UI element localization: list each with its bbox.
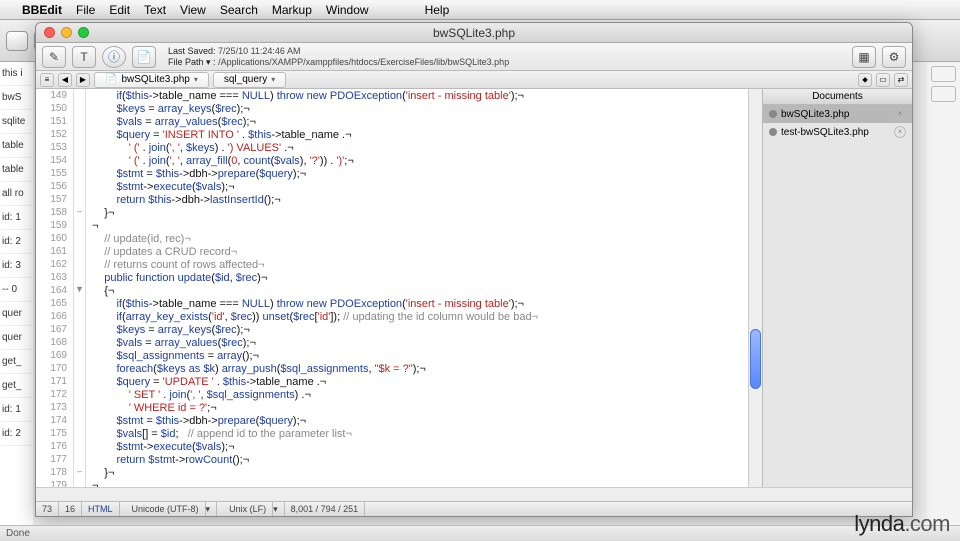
status-language[interactable]: HTML xyxy=(82,502,120,516)
marker-icon[interactable]: ⬥ xyxy=(858,73,872,87)
close-doc-icon[interactable]: × xyxy=(894,108,906,120)
window-title: bwSQLite3.php xyxy=(36,26,912,40)
documents-drawer: Documents bwSQLite3.php×test-bwSQLite3.p… xyxy=(762,89,912,487)
status-line: 16 xyxy=(59,502,82,516)
toolbar: ✎ T ⓘ 📄 Last Saved: 7/25/10 11:24:46 AM … xyxy=(36,43,912,71)
menu-markup[interactable]: Markup xyxy=(272,3,312,17)
editor-window: bwSQLite3.php ✎ T ⓘ 📄 Last Saved: 7/25/1… xyxy=(35,22,913,517)
status-lineending[interactable]: Unix (LF) ▾ xyxy=(217,502,285,516)
doc-icon xyxy=(769,110,777,118)
navigation-bar: ≡ ◀ ▶ 📄 bwSQLite3.php▾ sql_query▾ ⬥ ▭ ⇄ xyxy=(36,71,912,89)
menu-text[interactable]: Text xyxy=(144,3,166,17)
file-meta: Last Saved: 7/25/10 11:24:46 AM File Pat… xyxy=(168,46,509,68)
doc-tool-icon[interactable]: 📄 xyxy=(132,46,156,68)
prev-icon[interactable]: ◀ xyxy=(58,73,72,87)
vertical-scrollbar[interactable] xyxy=(748,89,762,487)
horizontal-scrollbar[interactable] xyxy=(36,487,912,501)
document-item[interactable]: bwSQLite3.php × xyxy=(763,105,912,123)
bg-right-strip xyxy=(927,62,960,525)
browser-status: Done xyxy=(0,525,960,540)
doc-icon xyxy=(769,128,777,136)
document-item[interactable]: test-bwSQLite3.php × xyxy=(763,123,912,141)
counterpart-icon[interactable]: ⇄ xyxy=(894,73,908,87)
watermark: lynda.com xyxy=(854,511,950,537)
file-popup[interactable]: 📄 bwSQLite3.php▾ xyxy=(94,72,209,88)
close-doc-icon[interactable]: × xyxy=(894,126,906,138)
function-popup[interactable]: sql_query▾ xyxy=(213,72,286,88)
doc-name: test-bwSQLite3.php xyxy=(781,127,869,138)
pencil-icon[interactable]: ✎ xyxy=(42,46,66,68)
gear-icon[interactable]: ⚙ xyxy=(882,46,906,68)
doc-name: bwSQLite3.php xyxy=(781,109,849,120)
info-icon[interactable]: ⓘ xyxy=(102,46,126,68)
line-gutter: 1491501511521531541551561571581591601611… xyxy=(36,89,74,487)
menu-help[interactable]: Help xyxy=(425,3,450,17)
menu-view[interactable]: View xyxy=(180,3,206,17)
text-tool-icon[interactable]: T xyxy=(72,46,96,68)
menu-window[interactable]: Window xyxy=(326,3,369,17)
app-name[interactable]: BBEdit xyxy=(22,3,62,17)
menu-search[interactable]: Search xyxy=(220,3,258,17)
outline-icon[interactable]: ≡ xyxy=(40,73,54,87)
status-bar: 73 16 HTML Unicode (UTF-8) ▾ Unix (LF) ▾… xyxy=(36,501,912,516)
status-col: 73 xyxy=(36,502,59,516)
mac-menubar: BBEdit File Edit Text View Search Markup… xyxy=(0,0,960,20)
menu-edit[interactable]: Edit xyxy=(109,3,130,17)
status-counts: 8,001 / 794 / 251 xyxy=(285,502,366,516)
bg-left-strip: this ibwSsqlitetabletableall roid: 1id: … xyxy=(0,62,33,525)
split-icon[interactable]: ▭ xyxy=(876,73,890,87)
code-editor[interactable]: 1491501511521531541551561571581591601611… xyxy=(36,89,762,487)
next-icon[interactable]: ▶ xyxy=(76,73,90,87)
menu-file[interactable]: File xyxy=(76,3,95,17)
sidebar-toggle-icon[interactable]: ▦ xyxy=(852,46,876,68)
fold-gutter[interactable]: –▼– xyxy=(74,89,86,487)
documents-header: Documents xyxy=(763,89,912,105)
code-area[interactable]: if($this->table_name === NULL) throw new… xyxy=(86,89,748,487)
scroll-thumb[interactable] xyxy=(750,329,761,389)
back-button[interactable] xyxy=(6,31,28,51)
status-encoding[interactable]: Unicode (UTF-8) ▾ xyxy=(120,502,218,516)
window-titlebar[interactable]: bwSQLite3.php xyxy=(36,23,912,43)
